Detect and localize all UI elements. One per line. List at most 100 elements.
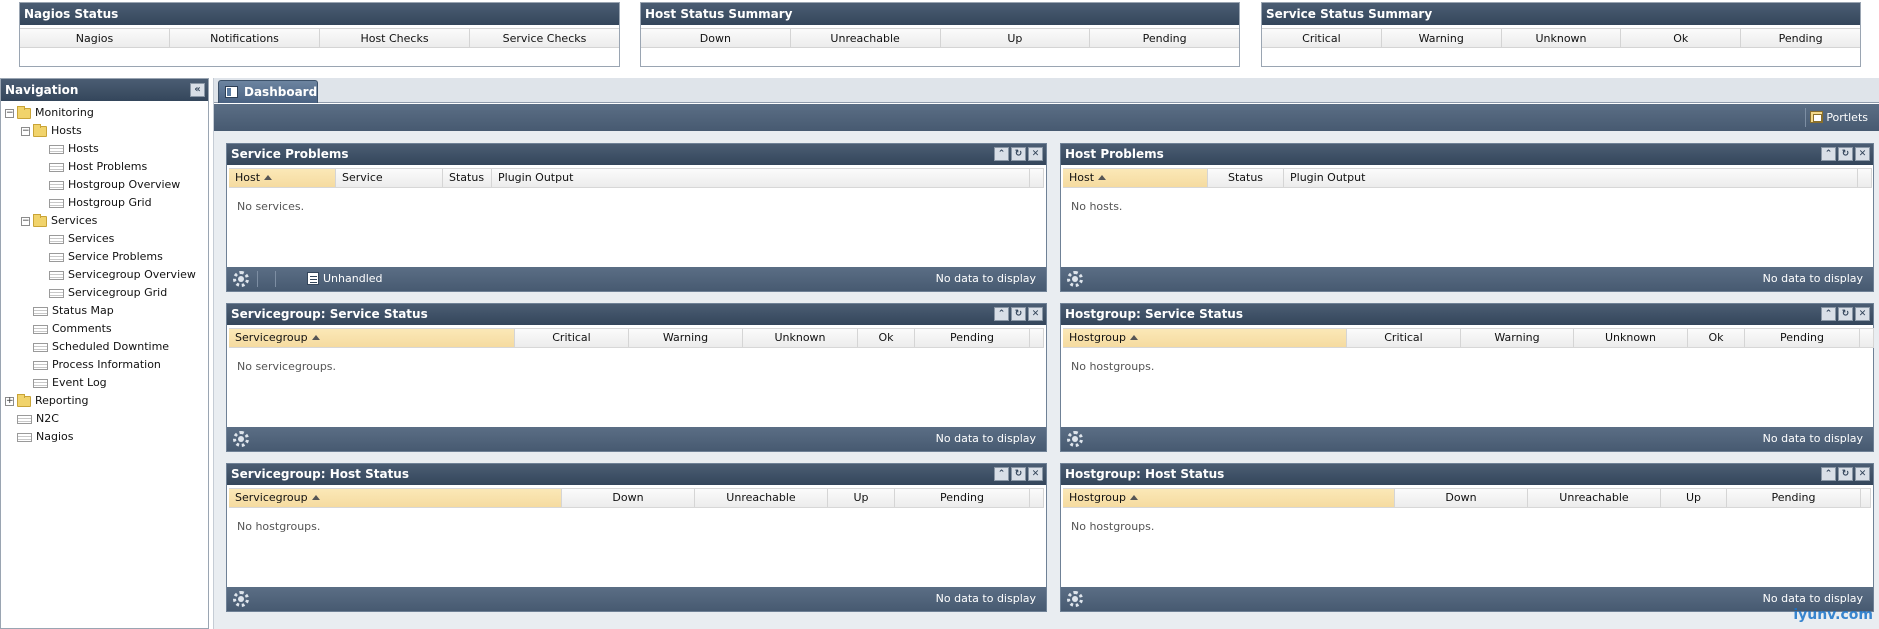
- tree-item-service-problems[interactable]: Service Problems: [49, 248, 163, 266]
- col-critical[interactable]: Critical: [1262, 29, 1382, 47]
- collapse-icon[interactable]: ⌃: [994, 307, 1009, 321]
- col-critical[interactable]: Critical: [1347, 329, 1461, 347]
- refresh-icon[interactable]: ↻: [1011, 307, 1026, 321]
- collapse-icon[interactable]: ⌃: [1821, 307, 1836, 321]
- close-icon[interactable]: ✕: [1855, 307, 1870, 321]
- col-down[interactable]: Down: [641, 29, 791, 47]
- collapse-navigation-button[interactable]: «: [190, 83, 205, 97]
- refresh-icon[interactable]: ↻: [1011, 467, 1026, 481]
- col-servicegroup[interactable]: Servicegroup: [229, 489, 562, 507]
- tree-item-status-map[interactable]: Status Map: [33, 302, 114, 320]
- tree-item-label[interactable]: Scheduled Downtime: [52, 338, 169, 356]
- col-servicegroup[interactable]: Servicegroup: [229, 329, 515, 347]
- close-icon[interactable]: ✕: [1028, 307, 1043, 321]
- col-down[interactable]: Down: [562, 489, 695, 507]
- col-status[interactable]: Status: [443, 169, 492, 187]
- gear-icon[interactable]: [233, 271, 249, 287]
- tree-item-label[interactable]: Servicegroup Grid: [68, 284, 167, 302]
- close-icon[interactable]: ✕: [1028, 467, 1043, 481]
- tree-item-label[interactable]: Services: [51, 212, 97, 230]
- tree-item-label[interactable]: Hosts: [68, 140, 99, 158]
- collapse-toggle-icon[interactable]: −: [21, 126, 30, 136]
- col-warning[interactable]: Warning: [629, 329, 743, 347]
- tab-dashboard[interactable]: Dashboard: [218, 80, 318, 103]
- col-service-checks[interactable]: Service Checks: [470, 29, 619, 47]
- tree-item-hostgroup-grid[interactable]: Hostgroup Grid: [49, 194, 152, 212]
- tree-item-services[interactable]: Services: [49, 230, 114, 248]
- col-plugin-output[interactable]: Plugin Output: [1284, 169, 1858, 187]
- col-pending[interactable]: Pending: [1741, 29, 1860, 47]
- portlets-button[interactable]: Portlets: [1805, 108, 1868, 127]
- tree-item-label[interactable]: Status Map: [52, 302, 114, 320]
- tree-item-label[interactable]: Hostgroup Grid: [68, 194, 152, 212]
- collapse-icon[interactable]: ⌃: [994, 147, 1009, 161]
- col-nagios[interactable]: Nagios: [20, 29, 170, 47]
- col-unreachable[interactable]: Unreachable: [695, 489, 828, 507]
- unhandled-button[interactable]: Unhandled: [307, 271, 383, 287]
- collapse-toggle-icon[interactable]: −: [5, 108, 14, 118]
- col-pending[interactable]: Pending: [915, 329, 1030, 347]
- tree-item-process-information[interactable]: Process Information: [33, 356, 161, 374]
- tree-item-n2c[interactable]: N2C: [17, 410, 59, 428]
- col-host-checks[interactable]: Host Checks: [320, 29, 470, 47]
- refresh-icon[interactable]: ↻: [1838, 147, 1853, 161]
- gear-icon[interactable]: [1067, 591, 1083, 607]
- collapse-icon[interactable]: ⌃: [994, 467, 1009, 481]
- tree-item-label[interactable]: Process Information: [52, 356, 161, 374]
- expand-toggle-icon[interactable]: +: [5, 396, 14, 406]
- tree-item-label[interactable]: Hostgroup Overview: [68, 176, 180, 194]
- tree-item-scheduled-downtime[interactable]: Scheduled Downtime: [33, 338, 169, 356]
- col-warning[interactable]: Warning: [1461, 329, 1574, 347]
- col-host[interactable]: Host: [1063, 169, 1208, 187]
- tree-item-label[interactable]: Reporting: [35, 392, 88, 410]
- col-pending[interactable]: Pending: [1745, 329, 1860, 347]
- tree-item-label[interactable]: Services: [68, 230, 114, 248]
- tree-item-nagios[interactable]: Nagios: [17, 428, 73, 446]
- col-host[interactable]: Host: [229, 169, 336, 187]
- col-up[interactable]: Up: [1661, 489, 1727, 507]
- collapse-toggle-icon[interactable]: −: [21, 216, 30, 226]
- tree-item-event-log[interactable]: Event Log: [33, 374, 107, 392]
- col-unknown[interactable]: Unknown: [1502, 29, 1622, 47]
- gear-icon[interactable]: [233, 591, 249, 607]
- col-unknown[interactable]: Unknown: [743, 329, 858, 347]
- tree-item-hosts[interactable]: Hosts: [49, 140, 99, 158]
- refresh-icon[interactable]: ↻: [1838, 467, 1853, 481]
- col-plugin-output[interactable]: Plugin Output: [492, 169, 1030, 187]
- tree-item-label[interactable]: Service Problems: [68, 248, 163, 266]
- tree-item-label[interactable]: N2C: [36, 410, 59, 428]
- col-up[interactable]: Up: [828, 489, 895, 507]
- col-pending[interactable]: Pending: [1727, 489, 1861, 507]
- gear-icon[interactable]: [1067, 431, 1083, 447]
- tree-item-label[interactable]: Comments: [52, 320, 112, 338]
- col-critical[interactable]: Critical: [515, 329, 629, 347]
- col-notifications[interactable]: Notifications: [170, 29, 320, 47]
- col-service[interactable]: Service: [336, 169, 443, 187]
- close-icon[interactable]: ✕: [1028, 147, 1043, 161]
- tree-item-comments[interactable]: Comments: [33, 320, 112, 338]
- tree-item-hosts-folder[interactable]: − Hosts: [21, 122, 82, 140]
- col-up[interactable]: Up: [941, 29, 1091, 47]
- col-ok[interactable]: Ok: [1621, 29, 1742, 47]
- col-ok[interactable]: Ok: [1688, 329, 1745, 347]
- refresh-icon[interactable]: ↻: [1011, 147, 1026, 161]
- tree-item-host-problems[interactable]: Host Problems: [49, 158, 147, 176]
- tree-item-servicegroup-overview[interactable]: Servicegroup Overview: [49, 266, 196, 284]
- col-unknown[interactable]: Unknown: [1574, 329, 1688, 347]
- gear-icon[interactable]: [233, 431, 249, 447]
- tree-item-servicegroup-grid[interactable]: Servicegroup Grid: [49, 284, 167, 302]
- col-down[interactable]: Down: [1395, 489, 1528, 507]
- col-pending[interactable]: Pending: [895, 489, 1030, 507]
- col-hostgroup[interactable]: Hostgroup: [1063, 489, 1395, 507]
- tree-item-reporting[interactable]: + Reporting: [5, 392, 88, 410]
- tree-item-hostgroup-overview[interactable]: Hostgroup Overview: [49, 176, 180, 194]
- col-warning[interactable]: Warning: [1382, 29, 1502, 47]
- close-icon[interactable]: ✕: [1855, 467, 1870, 481]
- collapse-icon[interactable]: ⌃: [1821, 147, 1836, 161]
- col-unreachable[interactable]: Unreachable: [791, 29, 941, 47]
- tree-item-monitoring[interactable]: − Monitoring: [5, 104, 94, 122]
- col-status[interactable]: Status: [1208, 169, 1284, 187]
- gear-icon[interactable]: [1067, 271, 1083, 287]
- col-ok[interactable]: Ok: [858, 329, 915, 347]
- tree-item-label[interactable]: Servicegroup Overview: [68, 266, 196, 284]
